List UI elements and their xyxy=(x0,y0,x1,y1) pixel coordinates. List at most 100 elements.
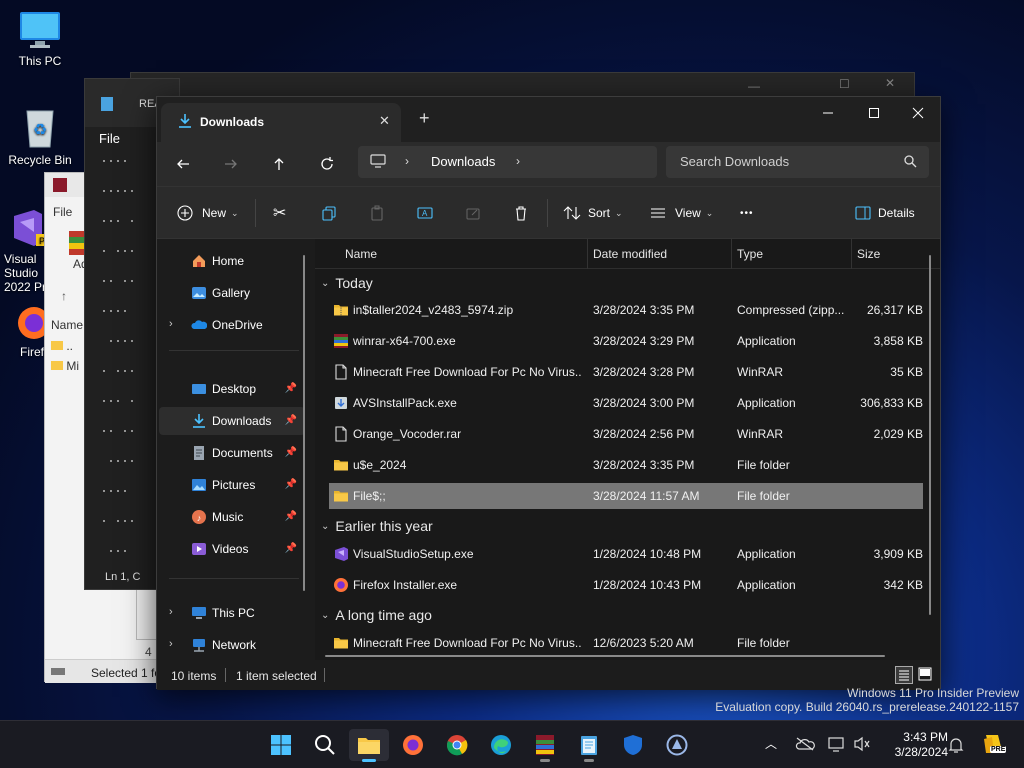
breadcrumb-downloads[interactable]: Downloads xyxy=(431,154,495,169)
horizontal-scrollbar[interactable] xyxy=(325,655,885,657)
taskbar-file-explorer[interactable] xyxy=(349,729,389,762)
vertical-scrollbar[interactable] xyxy=(929,255,931,615)
nav-music[interactable]: ♪ Music 📌 xyxy=(159,503,305,531)
pin-icon[interactable]: 📌 xyxy=(285,383,297,394)
bell-icon[interactable] xyxy=(948,736,964,757)
taskbar-edge[interactable] xyxy=(481,729,521,761)
pin-icon[interactable]: 📌 xyxy=(285,479,297,490)
cut-button[interactable]: ✂ xyxy=(273,187,286,239)
group-header-earlier[interactable]: ⌄ Earlier this year xyxy=(321,515,433,537)
menu-file[interactable]: File xyxy=(99,131,120,146)
display-tray-icon[interactable] xyxy=(828,736,846,755)
chevron-up-icon[interactable]: ︿ xyxy=(765,735,777,752)
menu-file[interactable]: File xyxy=(53,205,72,219)
list-item[interactable]: Mi xyxy=(51,359,79,373)
nav-this-pc[interactable]: › This PC xyxy=(159,599,305,627)
maximize-button[interactable] xyxy=(851,97,897,129)
text-area[interactable] xyxy=(101,151,141,563)
new-tab-icon[interactable]: + xyxy=(419,108,430,129)
rename-button[interactable]: A xyxy=(417,187,433,239)
tiles-view-button[interactable] xyxy=(917,666,935,684)
chevron-right-icon[interactable]: › xyxy=(516,154,520,168)
delete-button[interactable] xyxy=(513,187,529,239)
copy-button[interactable] xyxy=(321,187,337,239)
taskbar-firefox[interactable] xyxy=(393,729,433,761)
desktop-icon-firefox[interactable]: Firef xyxy=(8,305,48,359)
copilot-pre-icon[interactable]: PRE xyxy=(980,731,1007,757)
chevron-right-icon[interactable]: › xyxy=(169,606,173,618)
nav-downloads[interactable]: Downloads 📌 xyxy=(159,407,305,435)
close-tab-icon[interactable]: ✕ xyxy=(379,113,390,129)
nav-scrollbar[interactable] xyxy=(303,255,305,591)
desktop-icon-recycle-bin[interactable]: ♻ Recycle Bin xyxy=(0,105,80,167)
group-header-long-ago[interactable]: ⌄ A long time ago xyxy=(321,604,432,626)
taskbar-defender[interactable] xyxy=(613,729,653,761)
column-name[interactable]: Name xyxy=(345,247,377,261)
search-button[interactable] xyxy=(305,729,345,761)
column-date-modified[interactable]: Date modified xyxy=(593,247,667,261)
minimize-button[interactable] xyxy=(805,97,851,129)
column-type[interactable]: Type xyxy=(737,247,763,261)
file-row[interactable]: winrar-x64-700.exe 3/28/2024 3:29 PM Appli… xyxy=(329,328,923,354)
file-row[interactable]: u$e_2024 3/28/2024 3:35 PM File folder xyxy=(329,452,923,478)
nav-desktop[interactable]: Desktop 📌 xyxy=(159,375,305,403)
chevron-right-icon[interactable]: › xyxy=(405,154,409,168)
more-options-button[interactable]: ••• xyxy=(740,187,754,239)
start-button[interactable] xyxy=(261,729,301,761)
file-row[interactable]: File$;; 3/28/2024 11:57 AM File folder xyxy=(329,483,923,509)
computer-icon[interactable] xyxy=(370,154,386,171)
file-row[interactable]: AVSInstallPack.exe 3/28/2024 3:00 PM Appli… xyxy=(329,390,923,416)
taskbar-winrar[interactable] xyxy=(525,729,565,762)
file-row[interactable]: Firefox Installer.exe 1/28/2024 10:43 PM A… xyxy=(329,572,923,598)
nav-pictures[interactable]: Pictures 📌 xyxy=(159,471,305,499)
desktop-icon-visual-studio[interactable]: P Visual Studio 2022 Pr xyxy=(0,208,48,294)
tab-downloads[interactable]: Downloads ✕ xyxy=(161,103,401,142)
refresh-button[interactable] xyxy=(309,148,345,180)
maximize-icon[interactable]: ☐ xyxy=(839,77,850,91)
pin-icon[interactable]: 📌 xyxy=(285,543,297,554)
volume-muted-icon[interactable] xyxy=(853,736,871,755)
close-icon[interactable]: ✕ xyxy=(885,76,895,90)
clock[interactable]: 3:43 PM 3/28/2024 xyxy=(895,730,948,760)
details-view-button[interactable] xyxy=(895,666,913,684)
desktop-icon-this-pc[interactable]: This PC xyxy=(0,10,80,68)
details-pane-button[interactable]: Details xyxy=(855,187,915,239)
file-row[interactable]: VisualStudioSetup.exe 1/28/2024 10:48 PM A… xyxy=(329,541,923,567)
breadcrumb[interactable]: › Downloads › xyxy=(358,146,657,178)
pin-icon[interactable]: 📌 xyxy=(285,415,297,426)
up-button[interactable] xyxy=(261,148,297,180)
share-button[interactable] xyxy=(465,187,481,239)
sort-button[interactable]: Sort ⌄ xyxy=(563,187,623,239)
onedrive-tray-icon[interactable] xyxy=(795,737,815,754)
forward-button[interactable] xyxy=(213,148,249,180)
nav-home[interactable]: Home xyxy=(159,247,305,275)
chevron-right-icon[interactable]: › xyxy=(169,638,173,650)
taskbar-notepad[interactable] xyxy=(569,729,609,762)
file-row[interactable]: Orange_Vocoder.rar 3/28/2024 2:56 PM WinRA… xyxy=(329,421,923,447)
list-item[interactable]: .. xyxy=(51,339,73,353)
column-size[interactable]: Size xyxy=(857,247,880,261)
chevron-right-icon[interactable]: › xyxy=(169,318,173,330)
taskbar-app-circle[interactable] xyxy=(657,729,697,761)
nav-network[interactable]: › Network xyxy=(159,631,305,659)
title-bar[interactable]: Downloads ✕ + xyxy=(157,97,940,142)
nav-documents[interactable]: Documents 📌 xyxy=(159,439,305,467)
close-button[interactable] xyxy=(895,97,941,129)
nav-onedrive[interactable]: › OneDrive xyxy=(159,311,305,339)
group-header-today[interactable]: ⌄ Today xyxy=(321,272,373,294)
back-button[interactable] xyxy=(165,148,201,180)
paste-button[interactable] xyxy=(369,187,385,239)
minimize-icon[interactable]: — xyxy=(748,79,760,93)
file-row[interactable]: Minecraft Free Download For Pc No Virus.… xyxy=(329,630,923,656)
view-button[interactable]: View ⌄ xyxy=(650,187,713,239)
column-name[interactable]: Name xyxy=(51,318,83,332)
file-explorer-window[interactable]: Downloads ✕ + › Downloads › Search Downl… xyxy=(156,96,941,690)
file-row[interactable]: in$taller2024_v2483_5974.zip 3/28/2024 3:… xyxy=(329,297,923,323)
up-arrow-icon[interactable]: ↑ xyxy=(61,289,67,303)
taskbar-chrome[interactable] xyxy=(437,729,477,761)
nav-videos[interactable]: Videos 📌 xyxy=(159,535,305,563)
file-row[interactable]: Minecraft Free Download For Pc No Virus.… xyxy=(329,359,923,385)
pin-icon[interactable]: 📌 xyxy=(285,447,297,458)
pin-icon[interactable]: 📌 xyxy=(285,511,297,522)
nav-gallery[interactable]: Gallery xyxy=(159,279,305,307)
